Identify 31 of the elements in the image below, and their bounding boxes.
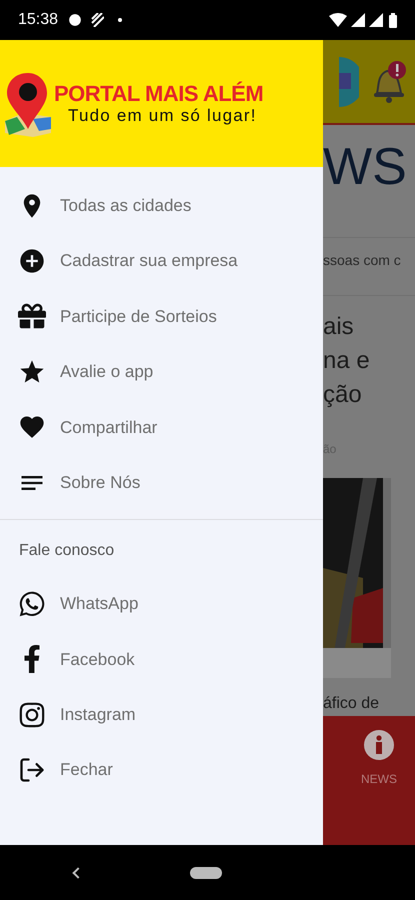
page-subtitle: ssoas com c <box>323 251 402 270</box>
logo-title: PORTAL MAIS ALÉM <box>54 82 264 106</box>
wifi-icon <box>329 13 347 27</box>
menu-item[interactable]: Instagram <box>0 687 323 743</box>
menu-item[interactable]: Sobre Nós <box>0 454 323 510</box>
logo-tagline: Tudo em um só lugar! <box>68 106 258 126</box>
whatsapp-icon <box>18 590 46 618</box>
menu-item[interactable]: WhatsApp <box>0 576 323 632</box>
signal-icon <box>351 13 365 27</box>
news-tab[interactable]: NEWS <box>361 730 397 788</box>
home-handle[interactable] <box>190 866 222 878</box>
menu-item[interactable]: Compartilhar <box>0 400 323 455</box>
article-title-line: na e <box>323 346 371 376</box>
page-heading: WS <box>323 137 407 198</box>
menu-item[interactable]: Fechar <box>0 742 323 798</box>
battery-icon <box>389 12 397 28</box>
article-caption: áfico de <box>323 694 380 714</box>
section-heading: Fale conosco <box>18 541 116 562</box>
info-icon <box>364 730 394 760</box>
menu-item[interactable]: Participe de Sorteios <box>0 288 323 344</box>
signal-icon <box>369 13 383 27</box>
menu-item[interactable]: Facebook <box>0 632 323 688</box>
status-time: 15:38 <box>18 10 58 30</box>
article-title-line: ais <box>323 312 355 342</box>
menu-item[interactable]: Cadastrar sua empresa <box>0 233 323 289</box>
instagram-icon <box>18 700 46 729</box>
gift-icon <box>18 302 46 330</box>
menu-item[interactable]: Avalie o app <box>0 344 323 400</box>
menu-item[interactable]: Todas as cidades <box>0 178 323 234</box>
logout-icon <box>18 756 46 784</box>
article-title-line: ção <box>323 380 363 410</box>
